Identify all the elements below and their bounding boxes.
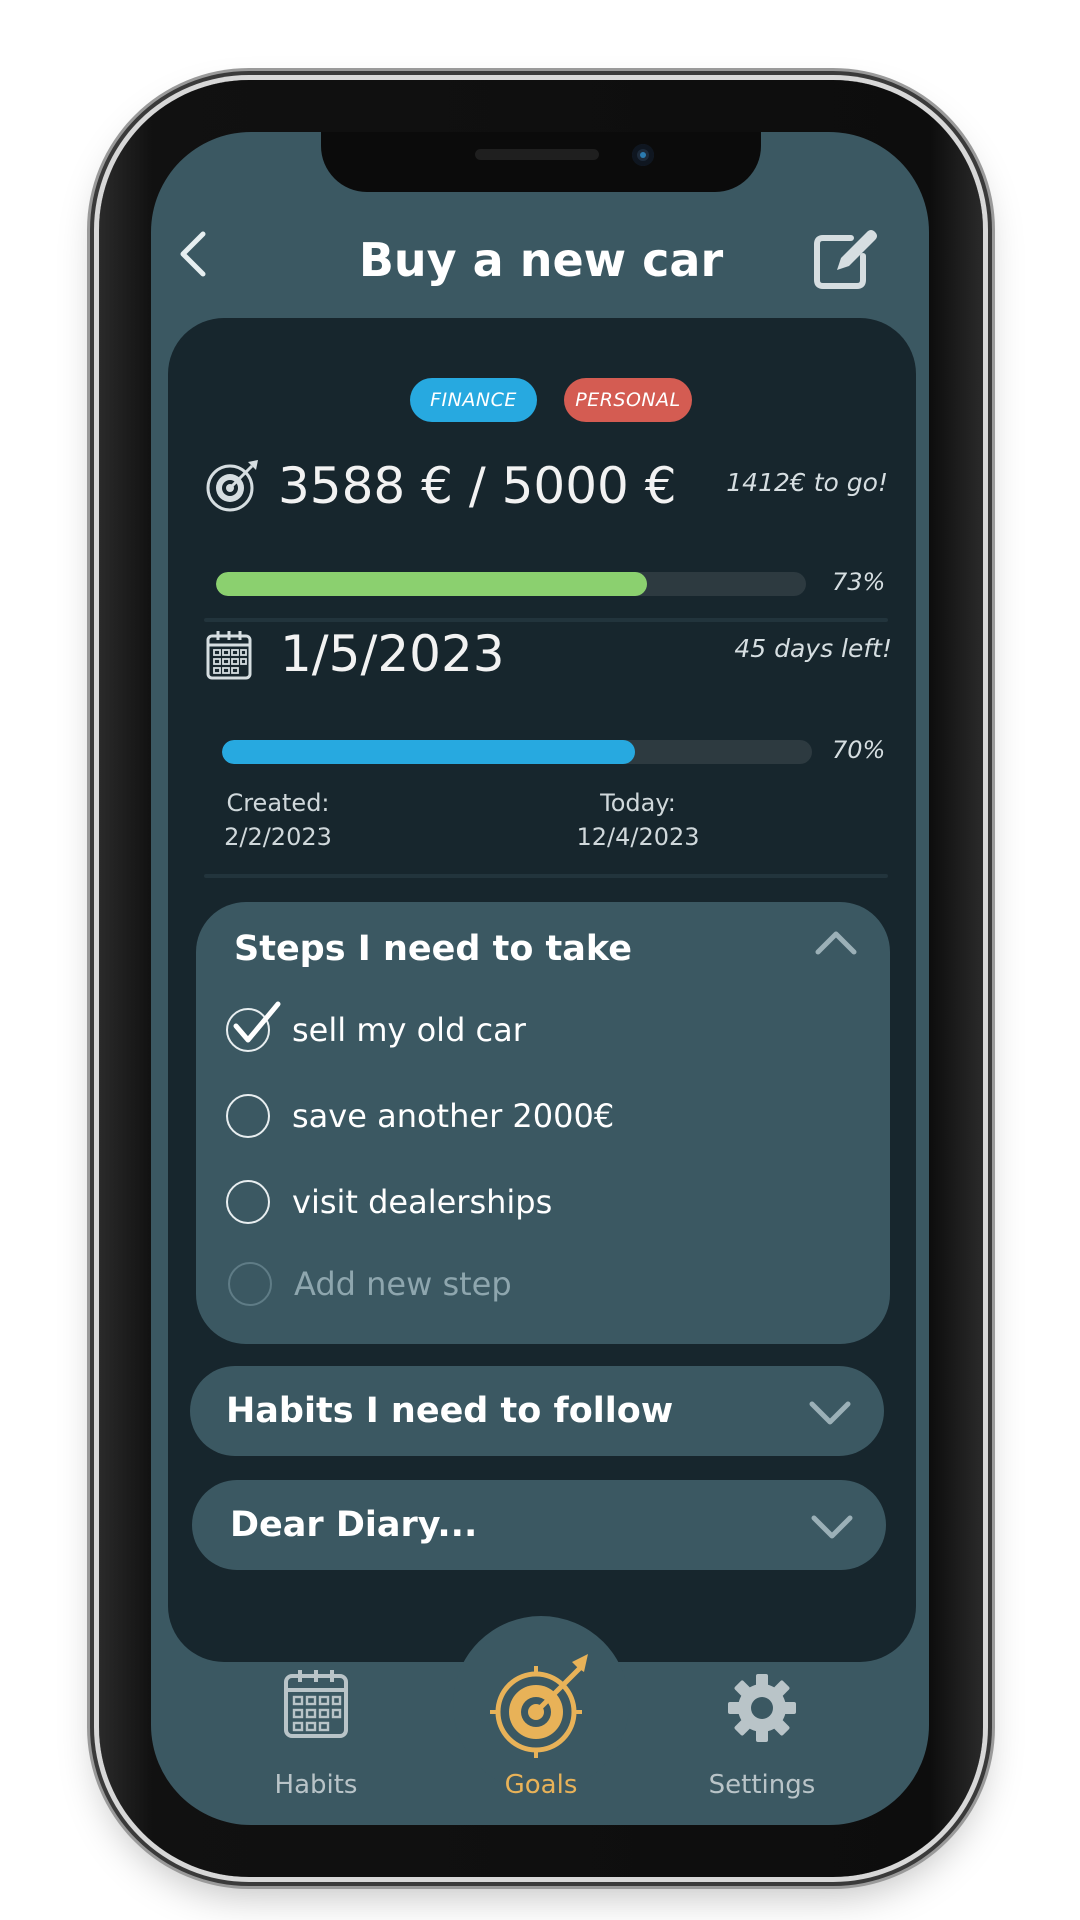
step-label: sell my old car xyxy=(292,1011,526,1049)
today-date: 12/4/2023 xyxy=(576,823,700,851)
step-item[interactable]: sell my old car xyxy=(226,1000,826,1060)
deadline-progress-track xyxy=(222,740,812,764)
savings-progress-fill xyxy=(216,572,647,596)
calendar-icon xyxy=(284,1670,348,1738)
target-icon xyxy=(206,460,258,512)
add-step-checkbox xyxy=(228,1262,272,1306)
diary-section-title: Dear Diary... xyxy=(230,1505,478,1545)
deadline-percent: 70% xyxy=(832,736,886,764)
edit-goal-button[interactable] xyxy=(811,226,879,292)
nav-habits[interactable]: Habits xyxy=(226,1662,406,1802)
chevron-down-icon[interactable] xyxy=(808,1398,852,1428)
power-button xyxy=(982,496,990,698)
section-divider xyxy=(204,618,888,622)
back-button[interactable] xyxy=(169,224,219,284)
deadline-date: 1/5/2023 xyxy=(280,625,505,683)
chevron-up-icon[interactable] xyxy=(814,928,858,958)
chevron-left-icon xyxy=(180,231,206,277)
target-icon xyxy=(490,1654,588,1758)
step-item[interactable]: visit dealerships xyxy=(226,1172,826,1232)
steps-section: Steps I need to take sell my old car sav… xyxy=(196,902,890,1344)
step-item[interactable]: save another 2000€ xyxy=(226,1086,826,1146)
goal-details-card: FINANCE PERSONAL 3588 € / 5000 € 1412€ t… xyxy=(168,318,916,1662)
add-step-input[interactable]: Add new step xyxy=(294,1260,512,1308)
created-label: Created: xyxy=(226,789,330,817)
notch xyxy=(321,132,761,192)
front-camera xyxy=(632,144,654,166)
savings-percent: 73% xyxy=(832,568,886,596)
deadline-progress-fill xyxy=(222,740,635,764)
edit-icon xyxy=(814,230,877,289)
section-divider xyxy=(204,874,888,878)
nav-settings[interactable]: Settings xyxy=(672,1662,852,1802)
step-checkbox[interactable] xyxy=(226,1180,270,1224)
tag-finance[interactable]: FINANCE xyxy=(410,378,537,422)
chevron-down-icon[interactable] xyxy=(810,1512,854,1542)
calendar-icon xyxy=(206,631,252,680)
step-label: visit dealerships xyxy=(292,1183,553,1221)
add-step-item[interactable]: Add new step xyxy=(228,1254,828,1314)
speaker xyxy=(475,149,599,160)
nav-goals-label: Goals xyxy=(504,1770,578,1800)
nav-goals[interactable]: Goals xyxy=(451,1654,631,1802)
created-date: 2/2/2023 xyxy=(224,823,332,851)
savings-progress-track xyxy=(216,572,806,596)
nav-settings-label: Settings xyxy=(708,1770,816,1800)
savings-remaining: 1412€ to go! xyxy=(726,468,888,497)
habits-section-title: Habits I need to follow xyxy=(226,1391,674,1431)
gear-icon xyxy=(728,1674,796,1742)
deadline-remaining: 45 days left! xyxy=(734,634,892,663)
steps-section-title[interactable]: Steps I need to take xyxy=(234,924,632,974)
tag-personal[interactable]: PERSONAL xyxy=(564,378,692,422)
nav-habits-label: Habits xyxy=(274,1770,358,1800)
app-screen: Buy a new car FINANCE PERSONAL 3588 € / … xyxy=(151,132,929,1825)
diary-section[interactable]: Dear Diary... xyxy=(192,1480,886,1570)
checkmark-icon xyxy=(233,1001,281,1043)
page-title: Buy a new car xyxy=(358,233,724,287)
step-checkbox[interactable] xyxy=(226,1094,270,1138)
today-label: Today: xyxy=(600,789,676,817)
habits-section[interactable]: Habits I need to follow xyxy=(190,1366,884,1456)
step-label: save another 2000€ xyxy=(292,1097,615,1135)
